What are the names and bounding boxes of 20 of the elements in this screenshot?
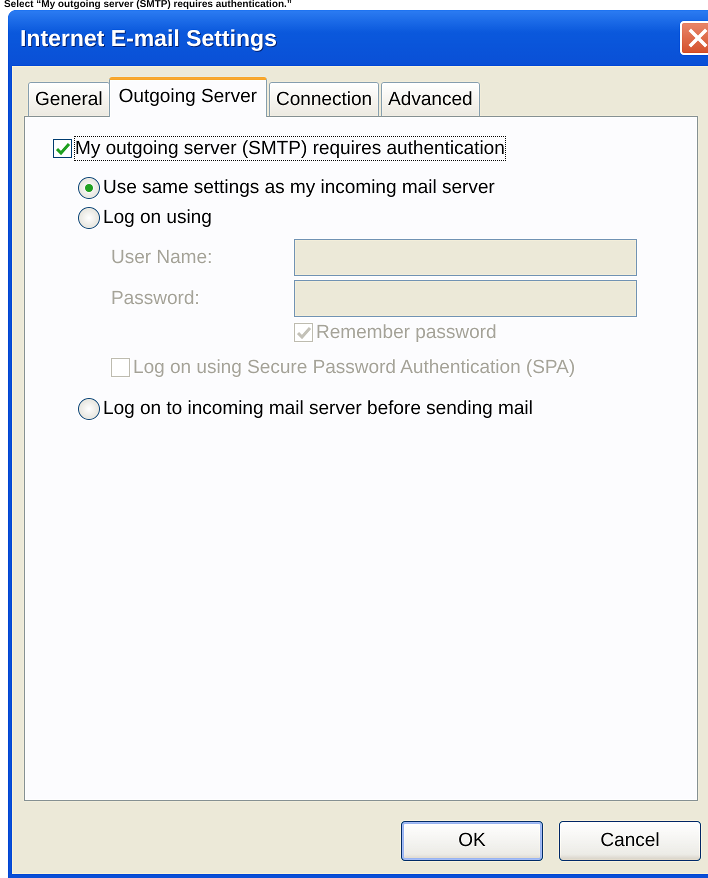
caption-text: Select “My outgoing server (SMTP) requires authentication.” [3, 0, 293, 10]
tab[interactable]: Outgoing Server [108, 77, 267, 117]
dialog-button[interactable]: Cancel [559, 821, 701, 861]
close-button[interactable] [680, 21, 708, 55]
tab[interactable]: General [28, 82, 110, 116]
radio-label[interactable]: Use same settings as my incoming mail server [103, 176, 495, 199]
dialog-button[interactable]: OK [401, 821, 543, 861]
checkbox-label[interactable]: My outgoing server (SMTP) requires authentication [75, 137, 505, 160]
checkbox[interactable] [53, 139, 72, 158]
tab[interactable]: Advanced [381, 82, 480, 116]
radio-button[interactable] [78, 176, 100, 198]
radio-button[interactable] [78, 206, 100, 228]
close-icon [687, 27, 708, 49]
radio-label[interactable]: Log on to incoming mail server before sending mail [103, 397, 533, 420]
radio-label[interactable]: Log on using [103, 206, 212, 229]
tab[interactable]: Connection [268, 82, 380, 116]
field-label: User Name: [111, 246, 214, 268]
field-label: Password: [111, 288, 201, 310]
window-title: Internet E-mail Settings [20, 24, 277, 52]
radio-button[interactable] [78, 398, 100, 420]
